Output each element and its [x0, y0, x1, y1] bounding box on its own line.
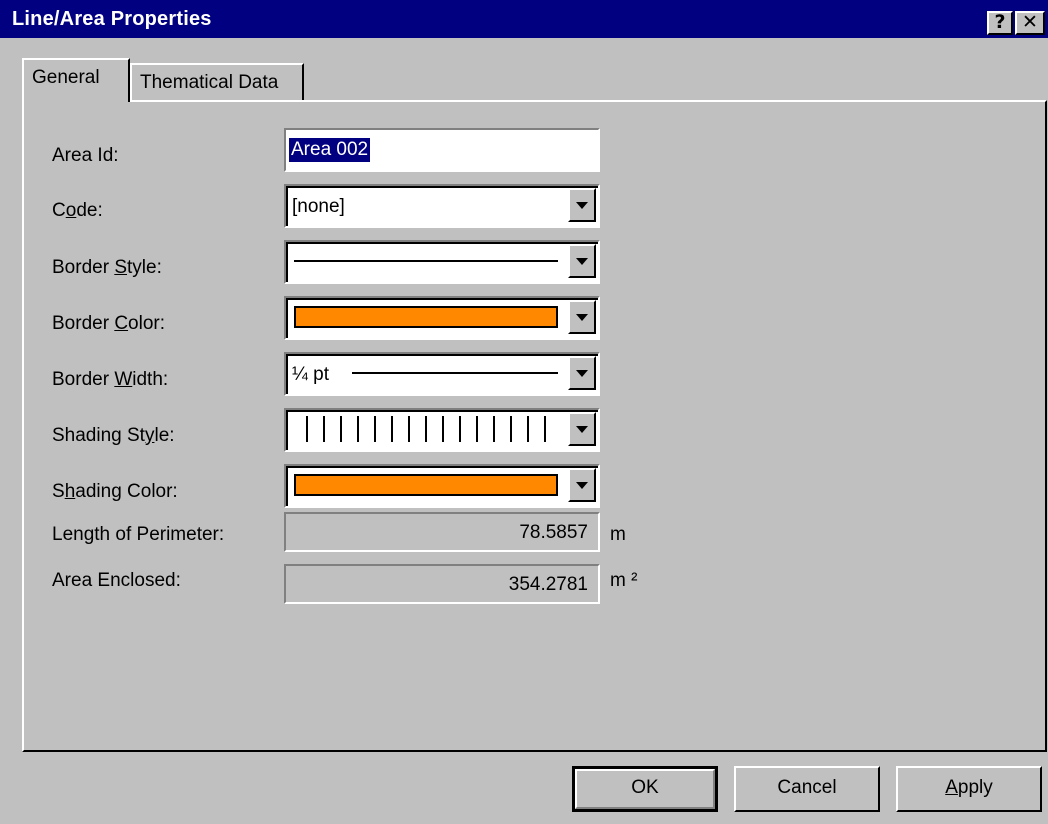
- shading-color-label: Shading Color:: [52, 481, 178, 502]
- border-color-combo[interactable]: [284, 296, 600, 340]
- vertical-hatch-preview: [306, 416, 554, 442]
- border-width-value: ¼ pt: [292, 364, 329, 385]
- code-value: [none]: [292, 196, 345, 217]
- area-id-label: Area Id:: [52, 145, 119, 166]
- area-id-value: Area 002: [289, 138, 371, 162]
- solid-line-preview: [294, 260, 558, 262]
- border-color-label: Border Color:: [52, 313, 166, 334]
- shading-color-swatch: [294, 474, 558, 496]
- code-combo[interactable]: [none]: [284, 184, 600, 228]
- area-enclosed-value: 354.2781: [508, 574, 588, 595]
- area-id-input[interactable]: Area 002: [284, 128, 600, 172]
- border-style-label: Border Style:: [52, 257, 162, 278]
- form-content: Area Id: Area 002 Code: [none] Border St…: [0, 0, 1048, 824]
- area-enclosed-unit: m ²: [610, 570, 638, 591]
- shading-style-label: Shading Style:: [52, 425, 175, 446]
- border-width-combo[interactable]: ¼ pt: [284, 352, 600, 396]
- area-enclosed-label: Area Enclosed:: [52, 570, 181, 591]
- properties-dialog: Line/Area Properties ? ✕ General Themati…: [0, 0, 1048, 824]
- border-color-dropdown-button[interactable]: [568, 300, 596, 334]
- border-style-dropdown-button[interactable]: [568, 244, 596, 278]
- perimeter-value: 78.5857: [519, 522, 588, 543]
- width-line-preview: [352, 372, 558, 374]
- border-style-combo[interactable]: [284, 240, 600, 284]
- perimeter-label: Length of Perimeter:: [52, 524, 225, 545]
- area-enclosed-field: 354.2781: [284, 564, 600, 604]
- perimeter-field: 78.5857: [284, 512, 600, 552]
- perimeter-unit: m: [610, 524, 626, 545]
- border-width-label: Border Width:: [52, 369, 169, 390]
- border-color-swatch: [294, 306, 558, 328]
- shading-style-combo[interactable]: [284, 408, 600, 452]
- border-width-dropdown-button[interactable]: [568, 356, 596, 390]
- shading-style-dropdown-button[interactable]: [568, 412, 596, 446]
- shading-color-combo[interactable]: [284, 464, 600, 508]
- shading-color-dropdown-button[interactable]: [568, 468, 596, 502]
- code-dropdown-button[interactable]: [568, 188, 596, 222]
- code-label: Code:: [52, 200, 103, 221]
